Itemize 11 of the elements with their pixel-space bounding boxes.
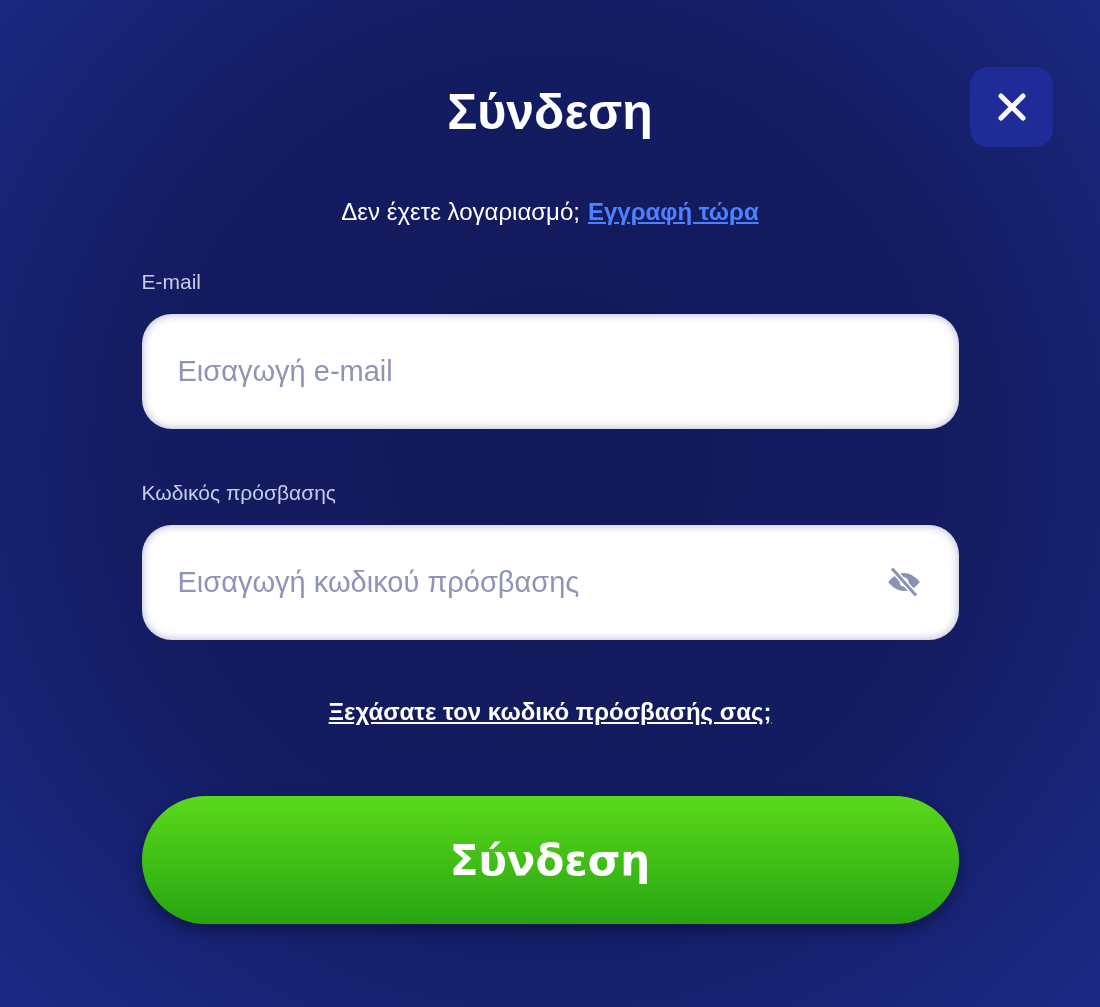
field-label: E-mail [141,270,202,294]
forgot-password-link[interactable]: Ξεχάσατε τον κωδικό πρόσβασής σας; [328,698,772,726]
field-label: Κωδικός πρόσβασης [141,481,337,505]
close-button[interactable] [970,67,1053,147]
register-link[interactable]: Εγγραφή τώρα [587,198,759,226]
email-field[interactable]: Εισαγωγή e-mail [141,314,959,429]
close-icon[interactable] [995,91,1028,123]
signup-prompt: Δεν έχετε λογαριασμό; [341,198,580,226]
login-button[interactable]: Σύνδεση [141,796,959,924]
password-field[interactable]: Εισαγωγή κωδικού πρόσβασης [141,525,959,640]
dialog-title: Σύνδεση [447,83,653,142]
